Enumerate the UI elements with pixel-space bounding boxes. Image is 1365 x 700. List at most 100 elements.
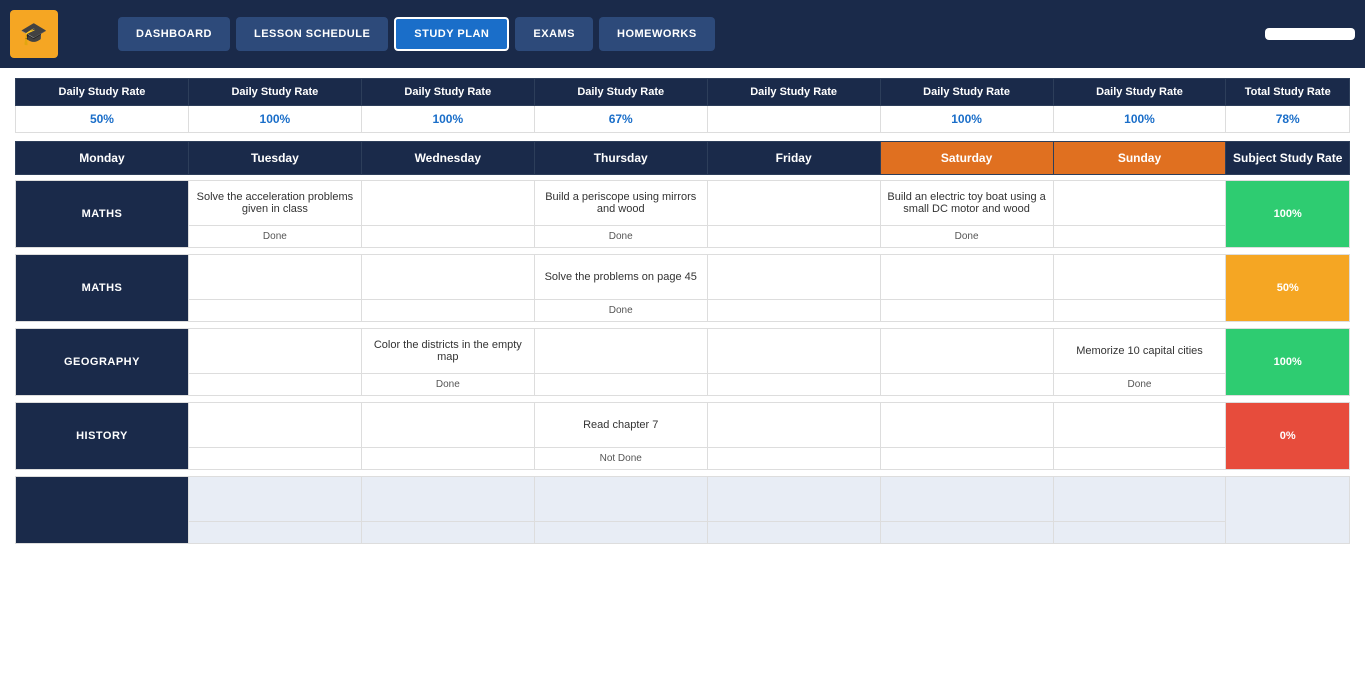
status-cell-4-5 xyxy=(880,522,1053,544)
subject-label-4 xyxy=(16,477,189,544)
status-cell-2-6: Done xyxy=(1053,374,1226,396)
rate-value-3: 67% xyxy=(534,106,707,133)
status-cell-0-1: Done xyxy=(188,226,361,248)
status-cell-2-5 xyxy=(880,374,1053,396)
task-cell-0-1: Solve the acceleration problems given in… xyxy=(188,181,361,226)
subject-rate-4 xyxy=(1226,477,1350,544)
status-cell-1-2 xyxy=(361,300,534,322)
status-row-2: DoneDone xyxy=(16,374,1350,396)
task-cell-1-1 xyxy=(188,255,361,300)
status-cell-2-3 xyxy=(534,374,707,396)
day-header-sunday: Sunday xyxy=(1053,142,1226,175)
subject-table-4 xyxy=(15,476,1350,544)
rate-value-0: 50% xyxy=(16,106,189,133)
day-header-thursday: Thursday xyxy=(534,142,707,175)
status-cell-4-2 xyxy=(361,522,534,544)
task-cell-3-4 xyxy=(707,403,880,448)
status-row-0: Done Done Done xyxy=(16,226,1350,248)
rate-header-5: Daily Study Rate xyxy=(880,79,1053,106)
status-cell-3-6 xyxy=(1053,448,1226,470)
status-cell-3-5 xyxy=(880,448,1053,470)
task-cell-3-5 xyxy=(880,403,1053,448)
status-cell-1-4 xyxy=(707,300,880,322)
task-cell-4-2 xyxy=(361,477,534,522)
task-cell-2-1 xyxy=(188,329,361,374)
task-cell-2-5 xyxy=(880,329,1053,374)
task-cell-0-3: Build a periscope using mirrors and wood xyxy=(534,181,707,226)
task-cell-3-6 xyxy=(1053,403,1226,448)
rate-header-0: Daily Study Rate xyxy=(16,79,189,106)
task-cell-2-3 xyxy=(534,329,707,374)
status-cell-0-6 xyxy=(1053,226,1226,248)
rate-header-3: Daily Study Rate xyxy=(534,79,707,106)
subject-label-1: MATHS xyxy=(16,255,189,322)
nav-tab-exams[interactable]: EXAMS xyxy=(515,17,593,51)
nav-tab-lesson-schedule[interactable]: LESSON SCHEDULE xyxy=(236,17,388,51)
task-cell-1-6 xyxy=(1053,255,1226,300)
rate-header-section: Daily Study RateDaily Study RateDaily St… xyxy=(15,78,1350,133)
nav-tab-dashboard[interactable]: DASHBOARD xyxy=(118,17,230,51)
task-cell-2-2: Color the districts in the empty map xyxy=(361,329,534,374)
rate-header-7: Total Study Rate xyxy=(1226,79,1350,106)
day-header-tuesday: Tuesday xyxy=(188,142,361,175)
rate-header-2: Daily Study Rate xyxy=(361,79,534,106)
rate-header-6: Daily Study Rate xyxy=(1053,79,1226,106)
status-cell-4-4 xyxy=(707,522,880,544)
status-cell-3-2 xyxy=(361,448,534,470)
status-cell-4-3 xyxy=(534,522,707,544)
status-cell-0-3: Done xyxy=(534,226,707,248)
task-cell-3-2 xyxy=(361,403,534,448)
rate-value-row: 50%100%100%67%100%100%78% xyxy=(16,106,1350,133)
day-header-wednesday: Wednesday xyxy=(361,142,534,175)
status-cell-4-6 xyxy=(1053,522,1226,544)
status-row-3: Not Done xyxy=(16,448,1350,470)
task-cell-4-6 xyxy=(1053,477,1226,522)
subject-rate-1: 50% xyxy=(1226,255,1350,322)
status-cell-1-3: Done xyxy=(534,300,707,322)
subject-label-3: HISTORY xyxy=(16,403,189,470)
task-cell-2-4 xyxy=(707,329,880,374)
status-cell-0-2 xyxy=(361,226,534,248)
task-row-2: GEOGRAPHYColor the districts in the empt… xyxy=(16,329,1350,374)
status-cell-1-5 xyxy=(880,300,1053,322)
task-cell-3-3: Read chapter 7 xyxy=(534,403,707,448)
status-cell-2-1 xyxy=(188,374,361,396)
nav-tab-homeworks[interactable]: HOMEWORKS xyxy=(599,17,715,51)
day-header-monday: Monday xyxy=(16,142,189,175)
rate-header-table: Daily Study RateDaily Study RateDaily St… xyxy=(15,78,1350,133)
status-cell-3-4 xyxy=(707,448,880,470)
rate-value-4 xyxy=(707,106,880,133)
status-cell-4-1 xyxy=(188,522,361,544)
brand-logo xyxy=(1265,28,1355,40)
rate-header-row: Daily Study RateDaily Study RateDaily St… xyxy=(16,79,1350,106)
days-header-row: MondayTuesdayWednesdayThursdayFridaySatu… xyxy=(16,142,1350,175)
subject-table-1: MATHSSolve the problems on page 4550%Don… xyxy=(15,254,1350,322)
logo-icon: 🎓 xyxy=(10,10,58,58)
subject-table-2: GEOGRAPHY Color the districts in the empt… xyxy=(15,328,1350,396)
task-cell-0-6 xyxy=(1053,181,1226,226)
navigation: DASHBOARDLESSON SCHEDULESTUDY PLANEXAMSH… xyxy=(118,17,1265,51)
task-row-4 xyxy=(16,477,1350,522)
task-cell-4-3 xyxy=(534,477,707,522)
task-row-1: MATHSSolve the problems on page 4550% xyxy=(16,255,1350,300)
subject-label-2: GEOGRAPHY xyxy=(16,329,189,396)
rate-value-1: 100% xyxy=(188,106,361,133)
rate-value-5: 100% xyxy=(880,106,1053,133)
task-cell-3-1 xyxy=(188,403,361,448)
status-cell-0-5: Done xyxy=(880,226,1053,248)
task-cell-1-5 xyxy=(880,255,1053,300)
nav-tab-study-plan[interactable]: STUDY PLAN xyxy=(394,17,509,51)
rate-header-1: Daily Study Rate xyxy=(188,79,361,106)
subject-table-3: HISTORYRead chapter 70%Not Done xyxy=(15,402,1350,470)
task-cell-4-1 xyxy=(188,477,361,522)
status-row-1: Done xyxy=(16,300,1350,322)
task-cell-1-4 xyxy=(707,255,880,300)
status-cell-3-3: Not Done xyxy=(534,448,707,470)
task-cell-2-6: Memorize 10 capital cities xyxy=(1053,329,1226,374)
task-cell-4-5 xyxy=(880,477,1053,522)
status-cell-1-6 xyxy=(1053,300,1226,322)
status-cell-3-1 xyxy=(188,448,361,470)
logo-area: 🎓 xyxy=(10,10,68,58)
status-row-4 xyxy=(16,522,1350,544)
task-row-3: HISTORYRead chapter 70% xyxy=(16,403,1350,448)
